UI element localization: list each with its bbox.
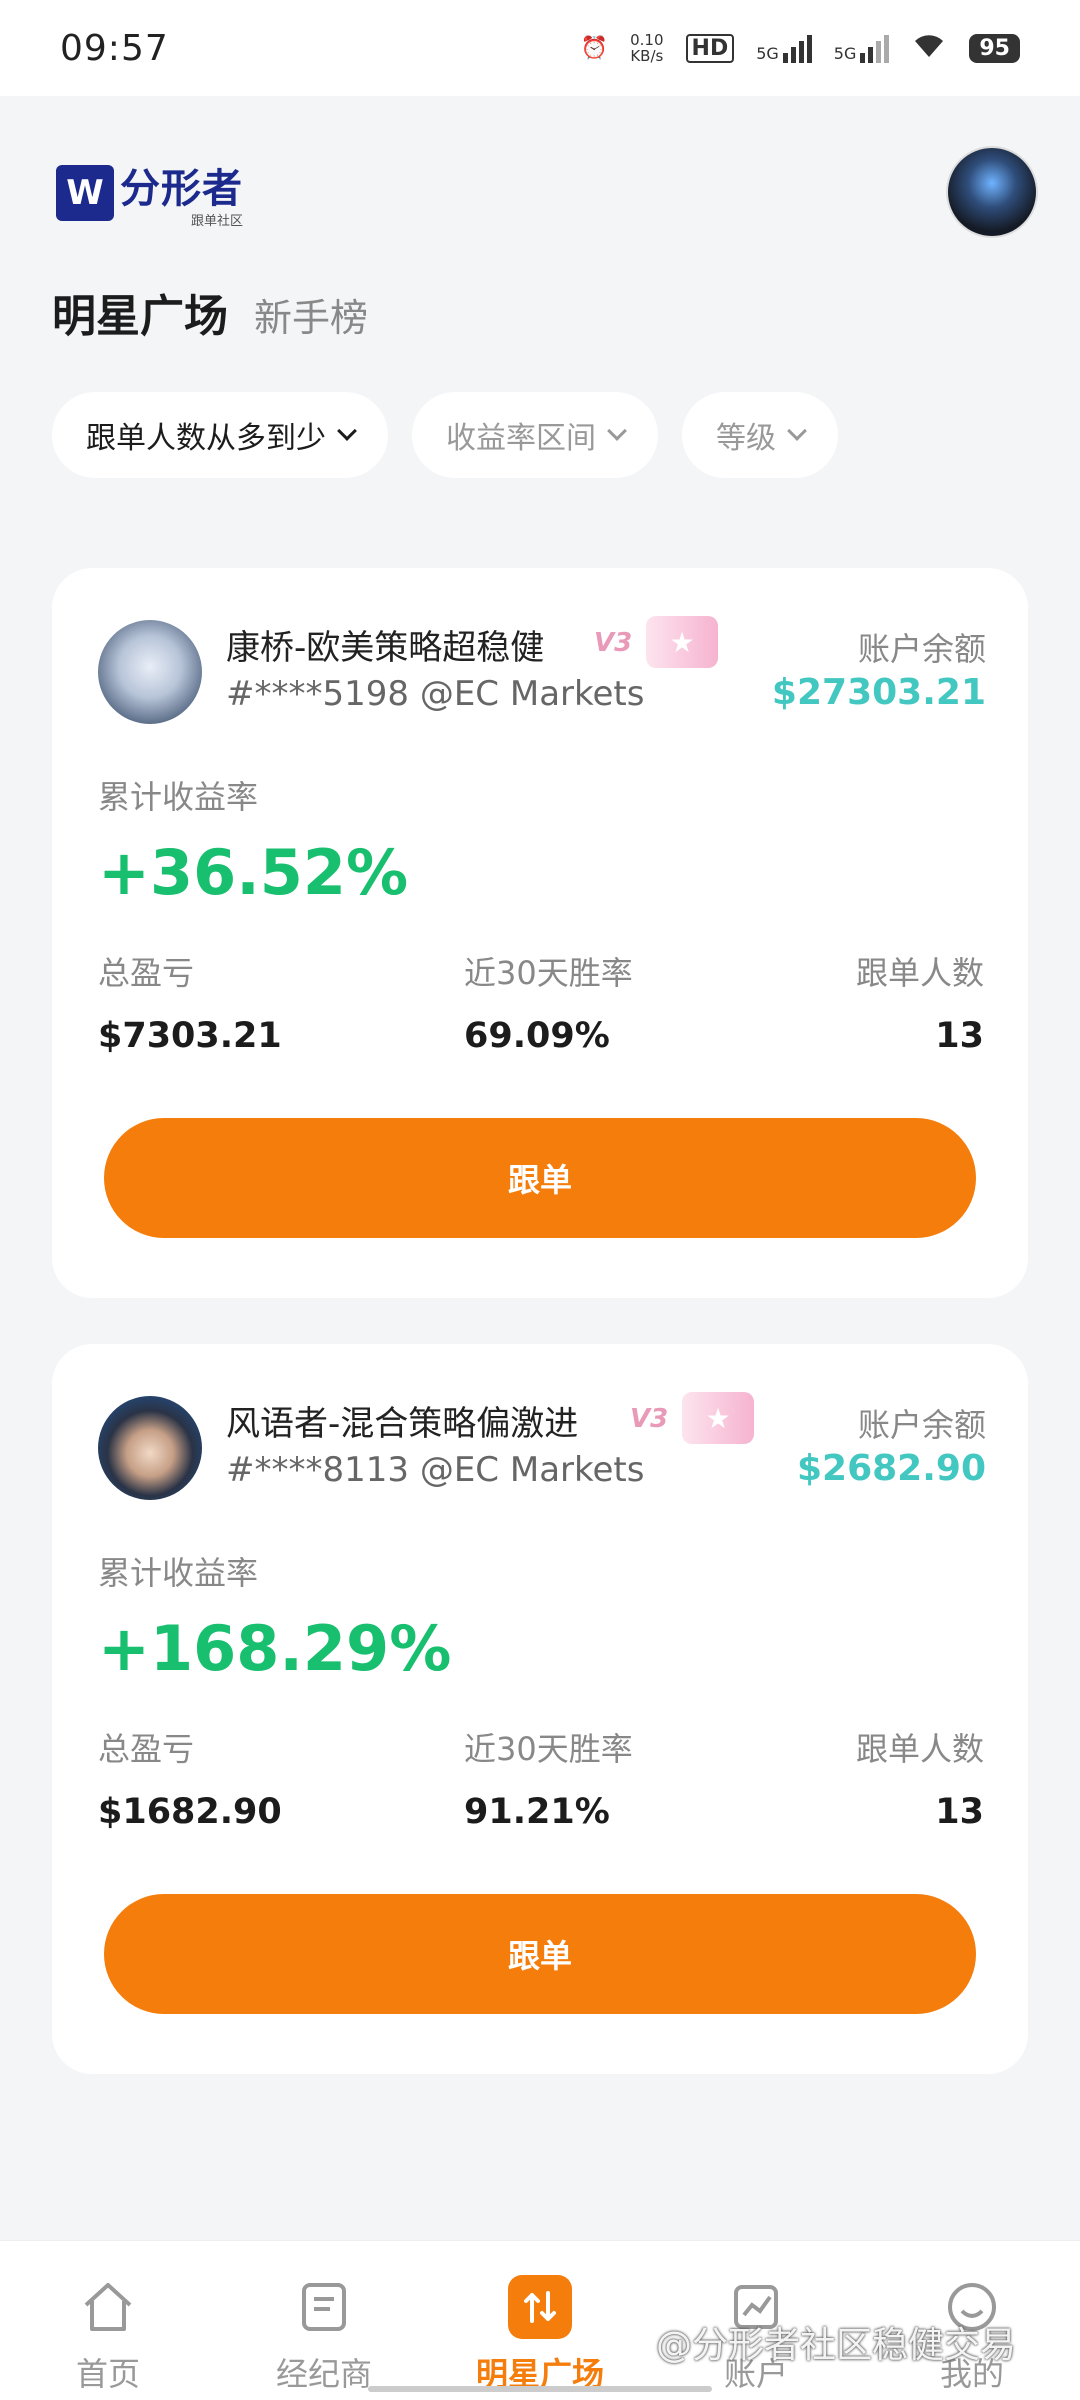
home-icon [76,2275,140,2339]
chevron-down-icon [787,421,807,441]
chevron-down-icon [337,421,357,441]
sort-filter-dropdown[interactable]: 跟单人数从多到少 [52,392,388,478]
trader-name: 康桥-欧美策略超稳健 [226,628,545,668]
filter-bar: 跟单人数从多到少 收益率区间 等级 [52,392,838,478]
filter-label: 收益率区间 [446,421,596,456]
win-rate-label: 近30天胜率 [464,954,633,992]
trader-card-header: 康桥-欧美策略超稳健 V3 ★ #****5198 @EC Markets 账户… [52,568,1028,768]
balance-label: 账户余额 [857,630,986,668]
user-avatar[interactable] [946,146,1038,238]
total-pnl-label: 总盈亏 [98,1730,195,1768]
filter-label: 等级 [716,421,776,456]
logo-mark-icon: W [56,164,114,221]
watermark-text: @分形者社区稳健交易 [656,2325,1017,2366]
cumulative-return-value: +168.29% [98,1612,452,1685]
home-indicator[interactable] [368,2386,712,2392]
signal-5g-2: 5G [834,33,890,63]
app-logo: W 分形者 跟单社区 [56,156,243,229]
trophy-icon: ★ [682,1392,754,1444]
trophy-icon: ★ [646,616,718,668]
tab-newbie-ranking[interactable]: 新手榜 [254,287,368,342]
win-rate-value: 91.21% [464,1792,610,1832]
header: W 分形者 跟单社区 [0,96,1080,266]
trader-avatar[interactable] [98,1396,202,1500]
cumulative-return-label: 累计收益率 [98,778,259,816]
followers-label: 跟单人数 [855,1730,984,1768]
trader-avatar[interactable] [98,620,202,724]
trader-account-id: #****5198 @EC Markets [226,674,645,714]
level-badge: V3 [594,628,633,658]
followers-value: 13 [935,1792,984,1832]
status-icons: ⏰ 0.10 KB/s HD 5G 5G 95 [581,31,1020,65]
chevron-down-icon [607,421,627,441]
balance-value: $2682.90 [796,1448,986,1489]
win-rate-value: 69.09% [464,1016,610,1056]
followers-label: 跟单人数 [855,954,984,992]
balance-label: 账户余额 [857,1406,986,1444]
logo-subtext: 跟单社区 [190,214,243,229]
swap-icon [508,2275,572,2339]
ranking-tabs: 明星广场 新手榜 [52,280,368,344]
nav-home[interactable]: 首页 [8,2275,208,2395]
hd-icon: HD [685,33,735,63]
total-pnl-label: 总盈亏 [98,954,195,992]
nav-broker[interactable]: 经纪商 [224,2275,424,2395]
broker-icon [292,2275,356,2339]
total-pnl-value: $1682.90 [98,1792,282,1832]
cumulative-return-value: +36.52% [98,836,409,909]
alarm-icon: ⏰ [580,35,609,61]
trader-card-header: 风语者-混合策略偏激进 V3 ★ #****8113 @EC Markets 账… [52,1344,1028,1544]
nav-label: 首页 [75,2355,140,2393]
follow-button[interactable]: 跟单 [104,1118,976,1238]
trader-account-id: #****8113 @EC Markets [226,1450,645,1490]
total-pnl-value: $7303.21 [98,1016,282,1056]
logo-text: 分形者 [120,166,243,212]
signal-5g-1: 5G [756,33,812,63]
status-bar: 09:57 ⏰ 0.10 KB/s HD 5G 5G 95 [0,0,1080,96]
wifi-icon [911,31,947,65]
net-speed: 0.10 KB/s [630,31,664,65]
level-badge: V3 [630,1404,669,1434]
win-rate-label: 近30天胜率 [464,1730,633,1768]
signal-bars-icon [782,33,812,63]
status-time: 09:57 [60,27,169,69]
battery-icon: 95 [969,33,1020,63]
filter-label: 跟单人数从多到少 [86,421,326,456]
signal-bars-icon [860,33,890,63]
follow-button[interactable]: 跟单 [104,1894,976,2014]
nav-star-plaza[interactable]: 明星广场 [440,2275,640,2395]
nav-label: 经纪商 [275,2355,372,2393]
followers-value: 13 [935,1016,984,1056]
trader-card[interactable]: 风语者-混合策略偏激进 V3 ★ #****8113 @EC Markets 账… [52,1344,1028,2074]
trader-card[interactable]: 康桥-欧美策略超稳健 V3 ★ #****5198 @EC Markets 账户… [52,568,1028,1298]
trader-name: 风语者-混合策略偏激进 [226,1404,579,1444]
return-range-filter-dropdown[interactable]: 收益率区间 [412,392,658,478]
level-filter-dropdown[interactable]: 等级 [682,392,838,478]
tab-star-plaza[interactable]: 明星广场 [52,280,228,344]
balance-value: $27303.21 [771,672,986,713]
cumulative-return-label: 累计收益率 [98,1554,259,1592]
